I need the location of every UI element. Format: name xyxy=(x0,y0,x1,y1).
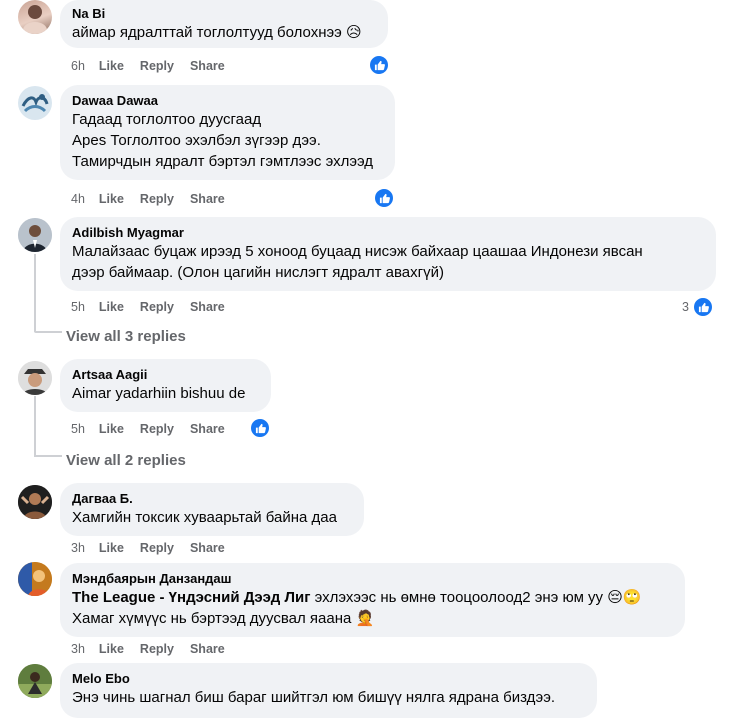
comment-text-line: Aimar yadarhiin bishuu de xyxy=(72,385,246,402)
comment-actions: 5h Like Reply Share xyxy=(71,422,241,436)
reaction-count[interactable]: 3 xyxy=(682,300,689,314)
thread-line xyxy=(34,455,62,457)
like-reaction-icon[interactable] xyxy=(373,187,395,209)
share-button[interactable]: Share xyxy=(190,300,225,314)
comment-text-line: Энэ чинь шагнал биш бараг шийтгэл юм биш… xyxy=(72,689,556,706)
comment-author[interactable]: Dawaa Dawaa xyxy=(72,93,383,109)
comment-text: аймар ядралттай тоглолтууд болохнээ 😥 xyxy=(72,22,376,43)
avatar[interactable] xyxy=(18,86,52,120)
reply-button[interactable]: Reply xyxy=(140,642,174,656)
comment-actions: 5h Like Reply Share xyxy=(71,300,241,314)
comment-time[interactable]: 3h xyxy=(71,642,85,656)
comment-text-line: Хамаг хүмүүс нь бэртээд дуусвал яаана 🤦 xyxy=(72,610,375,627)
avatar-image-icon xyxy=(23,5,47,34)
like-button[interactable]: Like xyxy=(99,541,124,555)
share-button[interactable]: Share xyxy=(190,541,225,555)
comment-author[interactable]: Adilbish Myagmar xyxy=(72,225,704,241)
comment-actions: 4h Like Reply Share xyxy=(71,192,241,206)
like-button[interactable]: Like xyxy=(99,192,124,206)
share-button[interactable]: Share xyxy=(190,59,225,73)
comment-actions: 3h Like Reply Share xyxy=(71,541,241,555)
thread-line xyxy=(34,331,62,333)
comment-time[interactable]: 5h xyxy=(71,422,85,436)
view-replies-link[interactable]: View all 3 replies xyxy=(66,328,186,345)
like-button[interactable]: Like xyxy=(99,422,124,436)
comment-bubble: Adilbish Myagmar Малайзаас буцаж ирээд 5… xyxy=(60,217,716,291)
reply-button[interactable]: Reply xyxy=(140,192,174,206)
avatar[interactable] xyxy=(18,485,52,519)
comment-text-line: аймар ядралттай тоглолтууд болохнээ 😥 xyxy=(72,24,362,41)
comment-text-line: Apes Тоглолтоо эхэлбэл зүгээр дээ. xyxy=(72,132,321,149)
avatar-image-icon xyxy=(18,562,52,596)
reply-button[interactable]: Reply xyxy=(140,300,174,314)
comment-author[interactable]: Na Bi xyxy=(72,6,376,22)
avatar-image-icon xyxy=(21,94,49,113)
like-reaction-icon[interactable] xyxy=(692,296,714,318)
view-replies-link[interactable]: View all 2 replies xyxy=(66,452,186,469)
share-button[interactable]: Share xyxy=(190,642,225,656)
comment-author[interactable]: Мэндбаярын Данзандаш xyxy=(72,571,673,587)
comment-bubble: Artsaa Aagii Aimar yadarhiin bishuu de xyxy=(60,359,271,412)
avatar[interactable] xyxy=(18,562,52,596)
reply-button[interactable]: Reply xyxy=(140,541,174,555)
comment-time[interactable]: 6h xyxy=(71,59,85,73)
comment-text: Aimar yadarhiin bishuu de xyxy=(72,383,259,404)
thread-line xyxy=(34,254,36,332)
comment-bubble: Дагваа Б. Хамгийн токсик хуваарьтай байн… xyxy=(60,483,364,536)
comment-time[interactable]: 5h xyxy=(71,300,85,314)
avatar-image-icon xyxy=(18,485,52,519)
avatar-image-icon xyxy=(18,218,52,252)
like-button[interactable]: Like xyxy=(99,642,124,656)
comment-text: The League - Үндэсний Дээд Лиг эхлэхээс … xyxy=(72,587,673,629)
comment-bubble: Мэндбаярын Данзандаш The League - Үндэсн… xyxy=(60,563,685,637)
comment-text: Гадаад тоглолтоо дуусгаад Apes Тоглолтоо… xyxy=(72,109,383,172)
comment-bubble: Dawaa Dawaa Гадаад тоглолтоо дуусгаад Ap… xyxy=(60,85,395,180)
like-reaction-icon[interactable] xyxy=(249,417,271,439)
comment-text-line: Тамирчдын ядралт бэртэл гэмтлээс эхлээд xyxy=(72,153,374,170)
comment-actions: 6h Like Reply Share xyxy=(71,59,241,73)
like-reaction-icon[interactable] xyxy=(368,54,390,76)
page-tag-link[interactable]: The League - Үндэсний Дээд Лиг xyxy=(72,589,310,606)
comment-time[interactable]: 4h xyxy=(71,192,85,206)
comment-actions: 3h Like Reply Share xyxy=(71,642,241,656)
share-button[interactable]: Share xyxy=(190,192,225,206)
comment-text: Хамгийн токсик хуваарьтай байна даа xyxy=(72,507,352,528)
reply-button[interactable]: Reply xyxy=(140,422,174,436)
comment-bubble: Melo Ebo Энэ чинь шагнал биш бараг шийтг… xyxy=(60,663,597,718)
comment-text-segment: эхлэхээс нь өмнө тооцоолоод2 энэ юм уу 😔… xyxy=(310,589,642,606)
thread-line xyxy=(34,396,36,456)
avatar[interactable] xyxy=(18,664,52,698)
avatar[interactable] xyxy=(18,218,52,252)
comment-time[interactable]: 3h xyxy=(71,541,85,555)
comment-bubble: Na Bi аймар ядралттай тоглолтууд болохнэ… xyxy=(60,0,388,48)
like-button[interactable]: Like xyxy=(99,59,124,73)
comment-text: Малайзаас буцаж ирээд 5 хоноод буцаад ни… xyxy=(72,241,704,283)
comment-text: Энэ чинь шагнал биш бараг шийтгэл юм биш… xyxy=(72,687,585,708)
avatar-image-icon xyxy=(18,664,52,698)
avatar[interactable] xyxy=(18,361,52,395)
comment-author[interactable]: Artsaa Aagii xyxy=(72,367,259,383)
comment-author[interactable]: Melo Ebo xyxy=(72,671,585,687)
share-button[interactable]: Share xyxy=(190,422,225,436)
like-button[interactable]: Like xyxy=(99,300,124,314)
comment-text-line: Гадаад тоглолтоо дуусгаад xyxy=(72,111,262,128)
comment-text-line: The League - Үндэсний Дээд Лиг эхлэхээс … xyxy=(72,587,673,608)
comment-text-line: Хамгийн токсик хуваарьтай байна даа xyxy=(72,509,337,526)
reply-button[interactable]: Reply xyxy=(140,59,174,73)
comment-text-line: Малайзаас буцаж ирээд 5 хоноод буцаад ни… xyxy=(72,243,643,260)
comment-author[interactable]: Дагваа Б. xyxy=(72,491,352,507)
avatar[interactable] xyxy=(18,0,52,34)
avatar-image-icon xyxy=(18,361,52,395)
comment-text-line: дээр баймаар. (Олон цагийн нислэгт ядрал… xyxy=(72,264,444,281)
